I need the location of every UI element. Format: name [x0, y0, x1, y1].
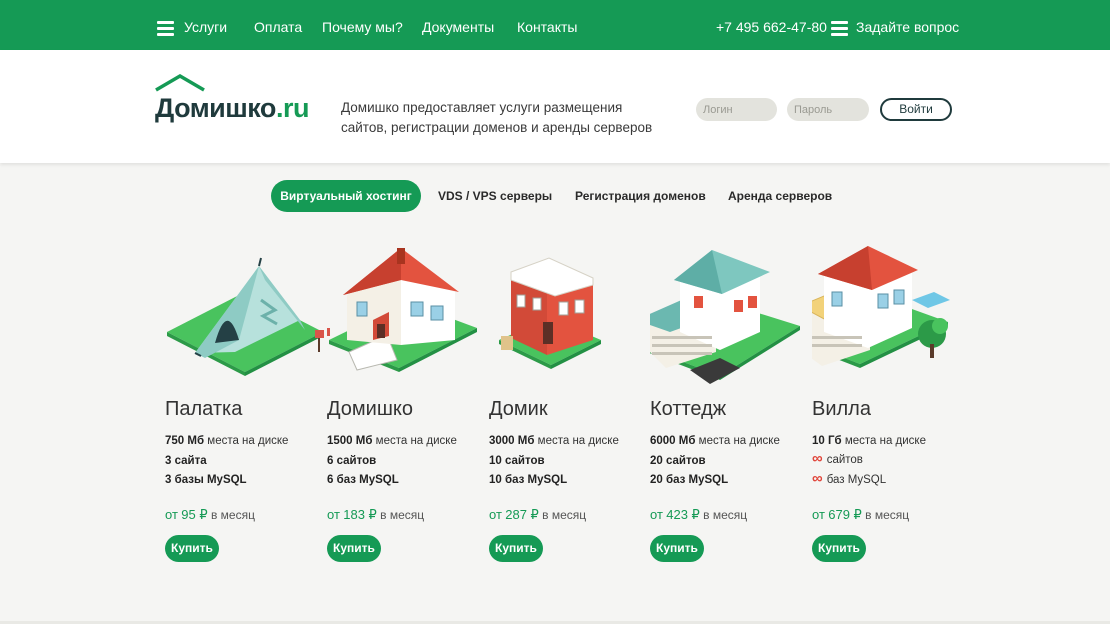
nav-why-us[interactable]: Почему мы? [322, 19, 403, 35]
logo-text: Домишко.ru [155, 93, 309, 123]
plan-sites: ∞ сайтов [812, 450, 863, 467]
plan-price: от 95 ₽ в месяц [165, 507, 255, 522]
plan-price: от 679 ₽ в месяц [812, 507, 910, 522]
nav-documents[interactable]: Документы [422, 19, 494, 35]
ask-question-link[interactable]: Задайте вопрос [856, 19, 959, 35]
plan-name: Вилла [812, 398, 871, 420]
plan-databases: 10 баз MySQL [489, 474, 568, 486]
plan-databases: 20 баз MySQL [650, 474, 729, 486]
nav-payment[interactable]: Оплата [254, 19, 302, 35]
cottage-illustration [650, 250, 800, 384]
logo[interactable]: Домишко.ru [155, 74, 315, 124]
login-button[interactable]: Войти [880, 98, 952, 121]
plan-price: от 287 ₽ в месяц [489, 507, 587, 522]
plan-disk: 10 Гб места на диске [812, 435, 926, 447]
infinity-icon: ∞ [812, 450, 823, 467]
plan-sites: 20 сайтов [650, 455, 706, 467]
tent-illustration [167, 257, 324, 376]
plan-disk: 3000 Мб места на диске [489, 435, 619, 447]
plan-name: Палатка [165, 398, 243, 420]
tab-vds-vps[interactable]: VDS / VPS серверы [438, 180, 552, 212]
nav-contacts[interactable]: Контакты [517, 19, 577, 35]
login-input[interactable] [696, 98, 777, 121]
top-navigation-bar: Услуги Оплата Почему мы? Документы Конта… [0, 0, 1110, 50]
brick-house-illustration [499, 257, 601, 369]
tagline: Домишко предоставляет услуги размещения … [341, 100, 653, 135]
infinity-icon: ∞ [812, 470, 823, 487]
plan-name: Домик [489, 398, 548, 420]
buy-button[interactable]: Купить [650, 535, 704, 562]
site-header: Домишко.ru Домишко предоставляет услуги … [0, 50, 1110, 163]
buy-button[interactable]: Купить [489, 535, 543, 562]
plan-databases: ∞ баз MySQL [812, 470, 887, 487]
menu-icon[interactable] [157, 21, 174, 36]
tab-domain-registration[interactable]: Регистрация доменов [575, 180, 706, 212]
plan-price: от 423 ₽ в месяц [650, 507, 748, 522]
plan-disk: 750 Мб места на диске [165, 435, 289, 447]
buy-button[interactable]: Купить [165, 535, 219, 562]
plan-databases: 6 баз MySQL [327, 474, 399, 486]
tab-virtual-hosting[interactable]: Виртуальный хостинг [271, 180, 421, 212]
password-input[interactable] [787, 98, 869, 121]
plan-sites: 10 сайтов [489, 455, 545, 467]
plan-price: от 183 ₽ в месяц [327, 507, 425, 522]
nav-services[interactable]: Услуги [184, 19, 227, 35]
small-house-illustration [327, 248, 477, 372]
plan-disk: 6000 Мб места на диске [650, 435, 780, 447]
villa-illustration [812, 246, 950, 368]
buy-button[interactable]: Купить [812, 535, 866, 562]
plan-disk: 1500 Мб места на диске [327, 435, 457, 447]
plan-sites: 3 сайта [165, 455, 207, 467]
plan-sites: 6 сайтов [327, 455, 377, 467]
roof-icon [155, 74, 205, 92]
plan-name: Коттедж [650, 398, 727, 420]
buy-button[interactable]: Купить [327, 535, 381, 562]
plan-name: Домишко [327, 398, 413, 420]
tab-server-rental[interactable]: Аренда серверов [728, 180, 832, 212]
question-menu-icon[interactable] [831, 21, 848, 36]
plan-databases: 3 базы MySQL [165, 474, 247, 486]
phone-number[interactable]: +7 495 662-47-80 [716, 19, 827, 35]
